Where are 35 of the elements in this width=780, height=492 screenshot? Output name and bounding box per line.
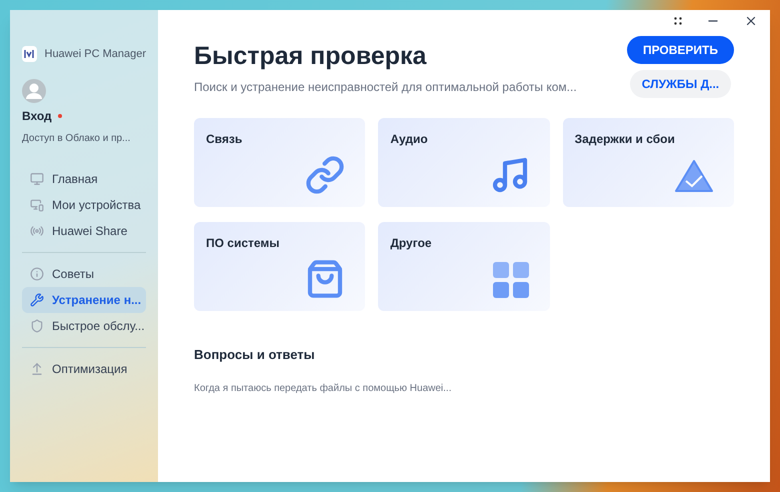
category-card[interactable]: Связь bbox=[194, 118, 366, 207]
monitor-icon bbox=[30, 172, 44, 186]
link-icon bbox=[305, 155, 346, 195]
page-subtitle: Поиск и устранение неисправностей для оптимальной работы ком... bbox=[194, 79, 577, 96]
nav-item[interactable]: Устранение н... bbox=[22, 286, 146, 312]
category-card[interactable]: ПО системы bbox=[194, 222, 366, 311]
faq-link[interactable]: Когда я пытаюсь передать файлы с помощью Huawei... bbox=[194, 380, 734, 396]
info-icon bbox=[30, 266, 44, 280]
app-logo-icon bbox=[22, 46, 36, 62]
check-button[interactable]: ПРОВЕРИТЬ bbox=[626, 36, 734, 64]
category-card[interactable]: Задержки и сбои bbox=[562, 118, 734, 207]
category-card[interactable]: Другое bbox=[378, 222, 550, 311]
nav-item[interactable]: Huawei Share bbox=[22, 218, 146, 244]
close-icon[interactable] bbox=[744, 14, 758, 28]
nav-item[interactable]: Быстрое обслу... bbox=[22, 312, 146, 338]
page-title: Быстрая проверка bbox=[194, 41, 428, 72]
faq-title: Вопросы и ответы bbox=[194, 346, 316, 364]
wrench-icon bbox=[30, 292, 44, 306]
upload-icon bbox=[30, 362, 44, 376]
nav-item[interactable]: Главная bbox=[22, 166, 146, 192]
login-link[interactable]: Вход bbox=[22, 106, 52, 124]
triangle-check-icon bbox=[674, 159, 714, 195]
nav-item[interactable]: Мои устройства bbox=[22, 192, 146, 218]
app-name: Huawei PC Manager bbox=[44, 47, 146, 62]
signal-icon bbox=[30, 224, 44, 238]
grip-icon[interactable] bbox=[674, 17, 682, 25]
avatar-icon bbox=[22, 78, 46, 102]
category-card[interactable]: Аудио bbox=[378, 118, 550, 207]
account-subtitle: Доступ в Облако и пр... bbox=[22, 132, 132, 146]
nav-item[interactable]: Советы bbox=[22, 260, 146, 286]
devices-icon bbox=[30, 198, 44, 212]
grid-icon bbox=[492, 261, 530, 299]
nav-item[interactable]: Оптимизация bbox=[22, 356, 146, 382]
shield-icon bbox=[30, 318, 44, 332]
services-button[interactable]: СЛУЖБЫ Д... bbox=[630, 70, 732, 98]
